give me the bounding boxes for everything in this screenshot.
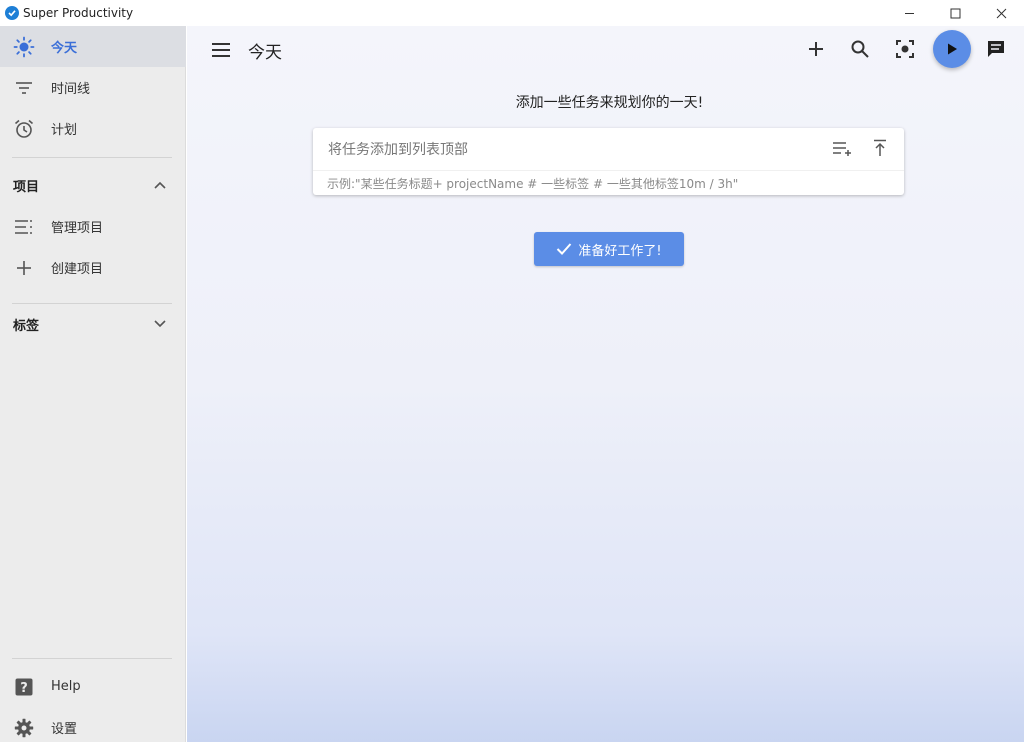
divider: [12, 157, 172, 158]
gear-icon: [13, 717, 35, 739]
sidebar: 今天 时间线 计划 项目 管理项目 创建项目 标签 ? Help 设置: [0, 26, 186, 742]
check-icon: [557, 243, 572, 255]
tags-section-header[interactable]: 标签: [0, 305, 186, 343]
sidebar-item-label: 今天: [51, 41, 78, 56]
divider: [12, 658, 172, 659]
sidebar-item-label: 创建项目: [51, 262, 104, 277]
maximize-button[interactable]: [932, 0, 978, 26]
alarm-clock-icon: [13, 118, 35, 140]
menu-button[interactable]: [209, 38, 233, 62]
sidebar-item-schedule[interactable]: 计划: [0, 108, 186, 149]
hamburger-menu-icon: [212, 43, 230, 57]
sidebar-item-label: 计划: [51, 123, 78, 138]
page-title: 今天: [248, 43, 282, 63]
playlist-add-icon: [833, 142, 851, 156]
notes-button[interactable]: [983, 36, 1009, 62]
tags-heading: 标签: [13, 318, 40, 334]
chevron-down-icon: [154, 320, 166, 328]
sun-icon: [13, 36, 35, 58]
top-bar: 今天: [187, 26, 1024, 72]
ready-to-work-label: 准备好工作了!: [578, 243, 662, 259]
minimize-button[interactable]: [886, 0, 932, 26]
vertical-align-top-icon: [874, 139, 886, 156]
play-tracking-button[interactable]: [933, 30, 971, 68]
sidebar-item-manage-projects[interactable]: 管理项目: [0, 206, 186, 247]
sidebar-item-today[interactable]: 今天: [0, 26, 186, 67]
focus-mode-button[interactable]: [892, 36, 918, 62]
sidebar-item-label: 时间线: [51, 82, 91, 97]
svg-text:?: ?: [20, 681, 28, 696]
add-to-bottom-button[interactable]: [832, 137, 854, 159]
play-icon: [948, 43, 957, 55]
timeline-icon: [13, 77, 35, 99]
manage-list-icon: [13, 216, 35, 238]
search-button[interactable]: [847, 36, 873, 62]
projects-heading: 项目: [13, 179, 40, 195]
minimize-icon: [904, 12, 914, 14]
plus-icon: [13, 257, 35, 279]
chevron-up-icon: [154, 181, 166, 189]
projects-section-header[interactable]: 项目: [0, 166, 186, 204]
sidebar-item-create-project[interactable]: 创建项目: [0, 247, 186, 288]
add-task-input[interactable]: [328, 139, 808, 161]
help-icon: ?: [13, 676, 35, 698]
app-logo-icon: [5, 6, 19, 20]
window-title: Super Productivity: [23, 6, 134, 20]
add-task-button[interactable]: [803, 36, 829, 62]
sidebar-item-help[interactable]: ? Help: [0, 666, 186, 707]
sidebar-item-label: 设置: [51, 722, 78, 737]
sidebar-item-label: Help: [51, 679, 81, 694]
add-to-top-toggle[interactable]: [869, 137, 891, 159]
ready-to-work-button[interactable]: 准备好工作了!: [534, 232, 684, 266]
close-icon: [996, 8, 1006, 18]
sidebar-item-timeline[interactable]: 时间线: [0, 67, 186, 108]
comment-icon: [988, 41, 1004, 57]
sidebar-item-settings[interactable]: 设置: [0, 707, 186, 742]
main-content: 今天 添加一些任务来规划你的一天! 示例:"某些任务标题+ projectNam…: [187, 26, 1024, 742]
title-bar: Super Productivity: [0, 0, 1024, 26]
add-task-hint: 示例:"某些任务标题+ projectName # 一些标签 # 一些其他标签1…: [327, 177, 739, 191]
maximize-icon: [950, 8, 960, 18]
plus-icon: [809, 42, 823, 56]
headline: 添加一些任务来规划你的一天!: [515, 95, 704, 111]
card-divider: [313, 170, 904, 171]
close-button[interactable]: [978, 0, 1024, 26]
divider: [12, 303, 172, 304]
add-task-card: 示例:"某些任务标题+ projectName # 一些标签 # 一些其他标签1…: [313, 128, 904, 195]
sidebar-item-label: 管理项目: [51, 221, 104, 236]
focus-mode-icon: [896, 40, 914, 58]
search-icon: [851, 40, 869, 58]
